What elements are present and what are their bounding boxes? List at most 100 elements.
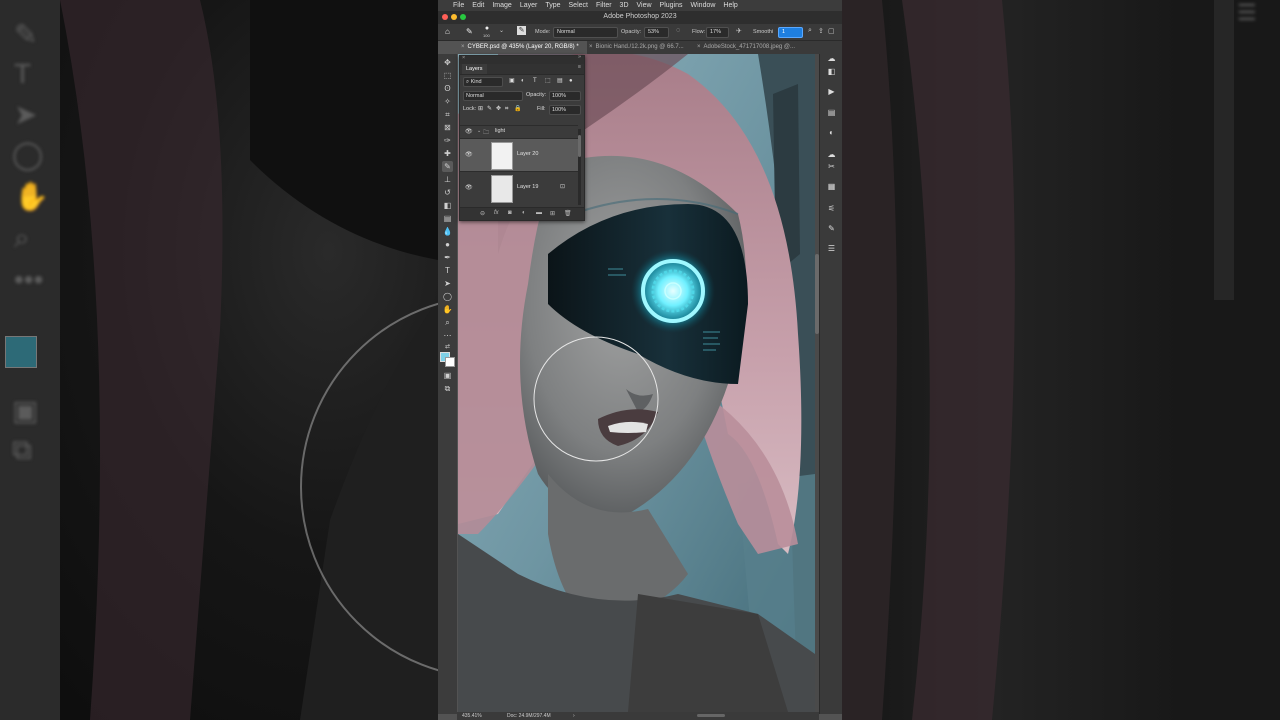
menu-image[interactable]: Image [492,2,511,9]
tab-adobestock[interactable]: × AdobeStock_471717008.jpeg @... [693,41,807,54]
close-tab-icon[interactable]: × [589,44,593,50]
filter-smart-icon[interactable]: ▤ [557,76,563,86]
brush-preset-icon[interactable]: ● [480,25,494,32]
folder-icon[interactable]: ▬ [536,210,542,216]
lock-all-icon[interactable]: 🔒 [514,104,521,114]
new-layer-icon[interactable]: ⊞ [550,210,555,217]
menu-select[interactable]: Select [569,2,588,9]
lock-paint-icon[interactable]: ✎ [487,104,492,114]
brush-tool-icon[interactable]: ✎ [466,27,473,36]
tab-bionic-hand[interactable]: × Bionic Hand./12.2k.png @ 66.7... [585,41,695,54]
flow-field[interactable]: 17% [706,27,729,38]
menu-view[interactable]: View [637,2,652,9]
filter-toggle-icon[interactable]: ● [569,76,573,86]
share-icon[interactable]: ⇪ [818,27,824,35]
screen-mode-icon[interactable]: ⧉ [442,383,453,394]
close-panel-icon[interactable]: × [462,55,465,61]
blend-mode-select[interactable]: Normal [463,91,523,101]
close-tab-icon[interactable]: × [697,44,701,50]
zoom-icon[interactable]: ⌕ [808,27,812,35]
filter-pixel-icon[interactable]: ▣ [509,76,515,86]
path-select-icon[interactable]: ➤ [442,278,453,289]
layers-scrollbar[interactable] [578,129,581,205]
healing-brush-icon[interactable]: ✚ [442,148,453,159]
mask-icon[interactable]: ◙ [508,210,512,216]
lock-position-icon[interactable]: ✥ [496,104,501,114]
horizontal-scrollbar[interactable] [697,714,725,717]
cloud-icon[interactable]: ☁ [827,54,836,63]
menu-file[interactable]: File [453,2,464,9]
eyedropper-icon[interactable]: ✑ [442,135,453,146]
hand-tool-icon[interactable]: ✋ [442,304,453,315]
lasso-tool-icon[interactable]: ʘ [442,83,453,94]
ellipse-tool-icon[interactable]: ◯ [442,291,453,302]
tab-cyber[interactable]: × CYBER.psd @ 435% (Layer 20, RGB/8) * [457,41,587,54]
blur-tool-icon[interactable]: 💧 [442,226,453,237]
pen-tool-icon[interactable]: ✒ [442,252,453,263]
brush-settings-icon[interactable]: ⚟ [827,204,836,213]
menu-3d[interactable]: 3D [620,2,629,9]
lock-artboard-icon[interactable]: ⌗ [505,104,508,114]
quick-mask-icon[interactable]: ▣ [442,370,453,381]
smoothing-field[interactable]: 1 [778,27,803,38]
opacity-field[interactable]: 53% [644,27,669,38]
properties-icon[interactable]: ▤ [827,108,836,117]
brushes-icon[interactable]: ✎ [827,224,836,233]
lock-transparent-icon[interactable]: ⊞ [478,104,483,114]
type-tool-icon[interactable]: T [442,265,453,276]
airbrush-icon[interactable]: ✈ [736,27,742,35]
marquee-tool-icon[interactable]: ⬚ [442,70,453,81]
menu-edit[interactable]: Edit [472,2,484,9]
frame-tool-icon[interactable]: ⊠ [442,122,453,133]
link-icon[interactable]: ⊖ [480,210,485,217]
adjustments-icon[interactable]: ◐ [827,128,836,137]
mode-select[interactable]: Normal [553,27,618,38]
chevron-down-icon[interactable]: ⌄ [477,128,481,134]
eraser-icon[interactable]: ◧ [442,200,453,211]
background-color[interactable] [445,357,455,367]
home-icon[interactable]: ⌂ [445,27,450,36]
gradient-icon[interactable]: ▤ [442,213,453,224]
fx-icon[interactable]: fx [494,210,499,216]
chevron-right-icon[interactable]: › [573,713,575,719]
collapse-icon[interactable]: » [578,54,581,60]
play-icon[interactable]: ▶ [827,87,836,96]
workspace-icon[interactable]: ▢ [828,27,835,35]
adjustment-icon[interactable]: ◐ [522,210,526,216]
doc-size[interactable]: Doc: 24.9M/297.4M [507,713,551,719]
clone-stamp-icon[interactable]: ⊥ [442,174,453,185]
filter-type-icon[interactable]: T [533,76,537,86]
menu-help[interactable]: Help [723,2,737,9]
layer-opacity-field[interactable]: 100% [549,91,581,101]
panel-menu-icon[interactable]: ≡ [578,64,581,70]
chevron-down-icon[interactable]: ⌄ [499,27,504,34]
menu-window[interactable]: Window [691,2,716,9]
brush-tool-icon[interactable]: ✎ [442,161,453,172]
zoom-level[interactable]: 435.41% [462,713,482,719]
menu-type[interactable]: Type [545,2,560,9]
paths-icon[interactable]: ✂ [827,162,836,171]
crop-tool-icon[interactable]: ⌗ [442,109,453,120]
trash-icon[interactable]: 🗑 [564,210,572,217]
eye-icon[interactable]: 👁 [465,151,473,158]
filter-kind-select[interactable]: ⌕ Kind [463,77,503,87]
zoom-tool-icon[interactable]: ⌕ [442,317,453,328]
move-tool-icon[interactable]: ✥ [442,57,453,68]
color-panel-icon[interactable]: ◧ [827,67,836,76]
more-tools-icon[interactable]: ⋯ [442,330,453,341]
close-tab-icon[interactable]: × [461,44,465,50]
brush-settings-icon[interactable]: ✎ [517,26,526,35]
pressure-opacity-icon[interactable]: ◌ [676,27,680,34]
menu-filter[interactable]: Filter [596,2,612,9]
layer-row-selected[interactable]: 👁 Layer 20 [460,138,578,171]
history-brush-icon[interactable]: ↺ [442,187,453,198]
eye-icon[interactable]: 👁 [465,184,473,191]
tab-layers[interactable]: Layers [462,64,487,74]
dodge-tool-icon[interactable]: ● [442,239,453,250]
quick-select-icon[interactable]: ✧ [442,96,453,107]
libraries-icon[interactable]: ☁ [827,150,836,159]
swatches-icon[interactable]: ▦ [827,182,836,191]
filter-shape-icon[interactable]: ⬚ [545,76,551,86]
layer-group-row[interactable]: 👁 ⌄ 🗀 light [460,125,578,138]
menu-layer[interactable]: Layer [520,2,538,9]
